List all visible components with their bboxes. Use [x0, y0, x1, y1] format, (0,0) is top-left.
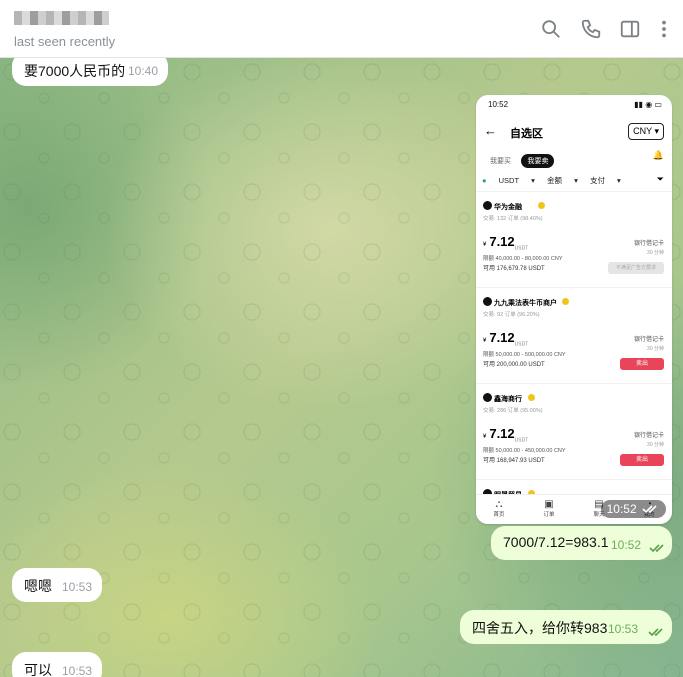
- message-text: 7000/7.12=983.1: [503, 534, 609, 550]
- last-seen-status: last seen recently: [14, 34, 116, 49]
- photo-page-title: 自选区: [510, 128, 543, 140]
- tab-buy: 我要买: [490, 158, 511, 165]
- merchant-avatar: [483, 201, 492, 210]
- message-incoming[interactable]: 嗯嗯 10:53: [12, 568, 102, 602]
- message-text: 四舍五入，给你转983: [472, 620, 608, 636]
- back-arrow-icon: ←: [484, 123, 497, 138]
- bell-icon: 🔔: [652, 150, 664, 160]
- contact-name-blurred[interactable]: [14, 11, 109, 25]
- chat-header: last seen recently: [0, 0, 683, 58]
- message-time: 10:53: [62, 580, 93, 594]
- more-menu-icon[interactable]: [653, 18, 677, 42]
- message-incoming[interactable]: 要7000人民币的 10:40: [12, 58, 168, 86]
- message-time: 10:53: [62, 664, 93, 677]
- chat-area[interactable]: 要7000人民币的 10:40 10:52 ▮▮ ◉ ▭ ← 自选区 CNY ▾…: [0, 58, 683, 677]
- sell-button-disabled: 不满足广告方要求: [608, 262, 664, 274]
- sidebar-toggle-icon[interactable]: [619, 18, 643, 42]
- message-time: 10:52: [611, 538, 642, 552]
- filter-bar: ● USDT ▾ 金额 ▾ 支付 ▾: [482, 176, 621, 185]
- message-text: 要7000人民币的: [24, 63, 126, 79]
- tether-icon: ●: [482, 176, 487, 185]
- verified-badge-icon: [562, 298, 569, 305]
- message-text: 嗯嗯: [24, 578, 52, 594]
- nav-orders: ▣ 订单: [543, 499, 555, 518]
- photo-status-icons: ▮▮ ◉ ▭: [634, 100, 662, 109]
- message-time: 10:40: [128, 64, 159, 78]
- sell-button: 卖出: [620, 358, 664, 370]
- currency-selector: CNY ▾: [628, 123, 664, 140]
- buy-sell-tabs: 我要买 我要卖: [484, 150, 555, 168]
- sell-button: 卖出: [620, 454, 664, 466]
- photo-timestamp: 10:52: [600, 500, 666, 518]
- message-text: 可以: [24, 662, 52, 677]
- read-checkmarks-icon: [648, 624, 666, 637]
- merchant-avatar: [483, 393, 492, 402]
- offer-card: 九九乘法表牛币商户 交易: 92 订单 (96.20%) ¥7.12USDT 限…: [476, 287, 672, 383]
- message-incoming[interactable]: 可以 10:53: [12, 652, 102, 677]
- merchant-avatar: [483, 297, 492, 306]
- message-time: 10:53: [608, 622, 639, 636]
- photo-message[interactable]: 10:52 ▮▮ ◉ ▭ ← 自选区 CNY ▾ 我要买 我要卖 🔔 ● USD…: [476, 95, 672, 524]
- funnel-icon: ⏷: [656, 174, 664, 184]
- read-checkmarks-icon: [642, 503, 660, 514]
- read-checkmarks-icon: [649, 540, 667, 553]
- offer-card: 华为金融 交易: 132 订单 (98.40%) ¥7.12USDT 限额 40…: [476, 191, 672, 287]
- photo-status-time: 10:52: [488, 100, 509, 109]
- verified-badge-icon: [528, 394, 535, 401]
- message-outgoing[interactable]: 7000/7.12=983.1 10:52: [491, 526, 672, 560]
- tab-sell: 我要卖: [521, 154, 555, 168]
- verified-badge-icon: [538, 202, 545, 209]
- search-icon[interactable]: [540, 18, 564, 42]
- phone-call-icon[interactable]: [580, 18, 604, 42]
- offer-card: 鑫海商行 交易: 286 订单 (95.00%) ¥7.12USDT 限额 50…: [476, 383, 672, 479]
- nav-home: ⛬ 首页: [493, 499, 505, 518]
- message-outgoing[interactable]: 四舍五入，给你转983 10:53: [460, 610, 672, 644]
